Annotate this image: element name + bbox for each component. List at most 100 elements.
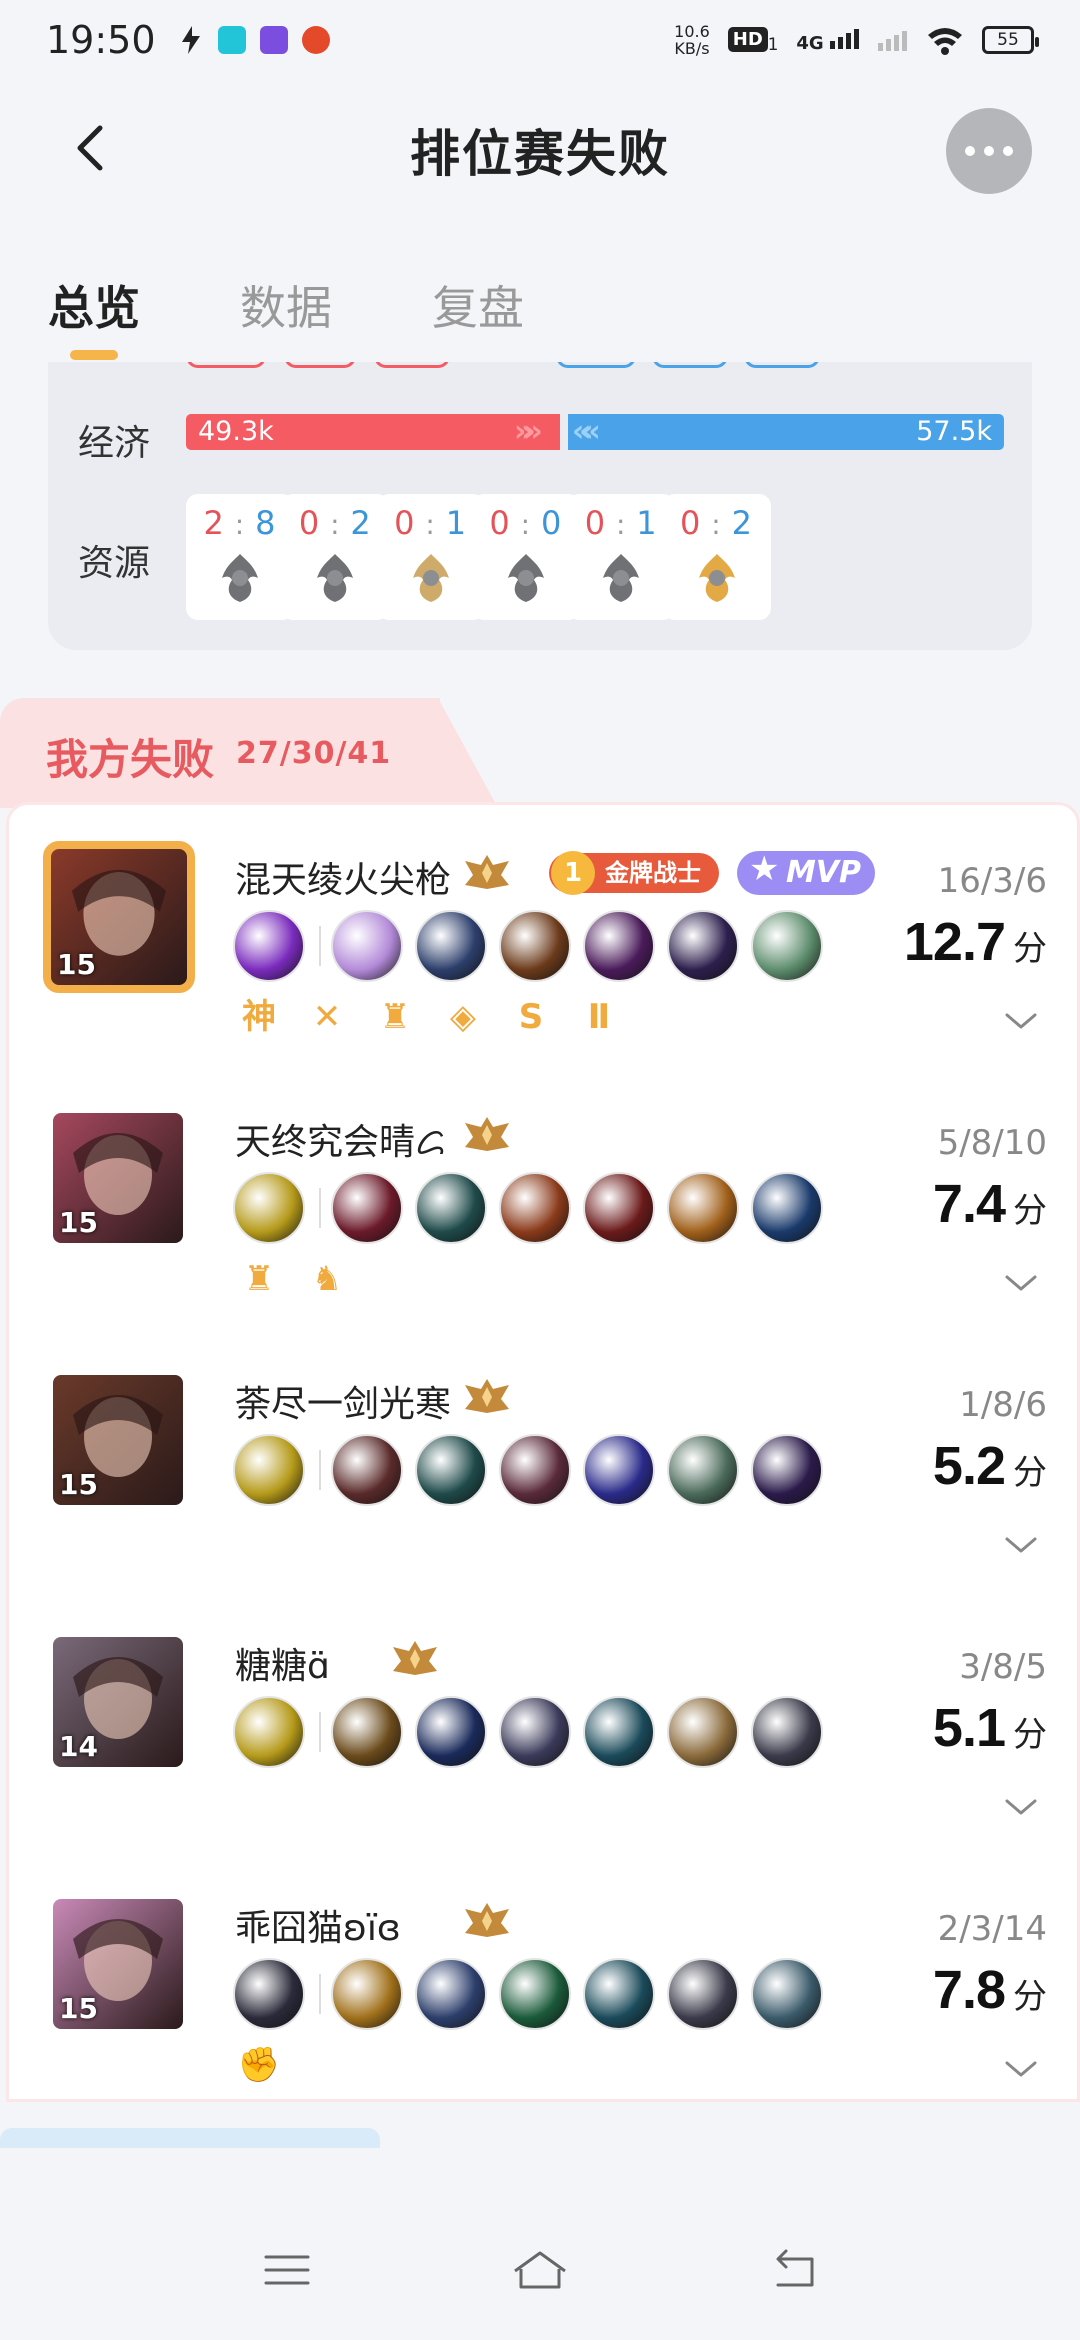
equipment-item-icon[interactable] [233, 910, 305, 982]
rank-badge-icon [465, 1117, 509, 1151]
equipment-item-icon[interactable] [583, 1958, 655, 2030]
hero-avatar[interactable]: 15 [43, 841, 195, 993]
chevron-down-icon[interactable] [1003, 1795, 1039, 1819]
score-separator: : [415, 508, 446, 541]
shadow-tyrant-icon [317, 554, 354, 602]
equipment-item-icon[interactable] [331, 1434, 403, 1506]
equipment-item-icon[interactable] [667, 1172, 739, 1244]
economy-blue-bar: 57.5k [568, 414, 1004, 450]
equipment-item-icon[interactable] [667, 910, 739, 982]
resource-blue-count: 8 [255, 504, 277, 542]
more-options-button[interactable] [946, 108, 1032, 194]
hd-label: HD [727, 27, 768, 52]
equipment-item-icon[interactable] [751, 910, 823, 982]
equipment-item-icon[interactable] [583, 910, 655, 982]
item-list [233, 1171, 835, 1245]
equipment-item-icon[interactable] [667, 1696, 739, 1768]
resource-red-count: 0 [680, 504, 702, 542]
equipment-item-icon[interactable] [583, 1172, 655, 1244]
equipment-item-icon[interactable] [667, 1958, 739, 2030]
back-nav-icon[interactable] [758, 2235, 828, 2305]
hero-avatar[interactable]: 15 [53, 1899, 183, 2029]
equipment-item-icon[interactable] [499, 910, 571, 982]
equipment-item-icon[interactable] [751, 1696, 823, 1768]
item-list [233, 909, 835, 983]
tab-data[interactable]: 数据 [240, 272, 332, 338]
tab-replay[interactable]: 复盘 [432, 272, 524, 338]
chevron-down-icon[interactable] [1003, 1009, 1039, 1033]
equipment-item-icon[interactable] [499, 1696, 571, 1768]
player-row[interactable]: 15 混天绫火尖枪 1 金牌战士 MVP 神 ✕ ♜ ◈ S Ⅱ 16/3/6 12.7分 [9, 829, 1080, 1091]
player-row[interactable]: 15 荼尽一剑光寒 1/8/6 5.2 分 [9, 1353, 1080, 1615]
chevron-down-icon[interactable] [1003, 1533, 1039, 1557]
equipment-item-icon[interactable] [583, 1434, 655, 1506]
chevron-down-icon[interactable] [1003, 2057, 1039, 2081]
team-kda: 27/30/41 [236, 736, 392, 771]
tab-bar: 总览 数据 复盘 [0, 256, 1080, 366]
dark-tyrant-icon [603, 554, 640, 602]
item-divider [319, 926, 321, 966]
hero-avatar[interactable]: 15 [53, 1375, 183, 1505]
equipment-item-icon[interactable] [331, 910, 403, 982]
score-unit: 分 [1013, 1191, 1047, 1231]
back-button[interactable] [62, 118, 122, 178]
player-row[interactable]: 15 天终究会晴ᝯ ♜ ♞ 5/8/10 7.4 分 [9, 1091, 1080, 1353]
resource-blue-count: 2 [731, 504, 753, 542]
app-root: 19:50 10.6 KB/s HD 1 4G 55 排位赛失败 总览 数据 复… [0, 0, 1080, 2340]
chevron-down-icon[interactable] [1003, 1271, 1039, 1295]
hero-avatar[interactable]: 15 [53, 1113, 183, 1243]
equipment-item-icon[interactable] [499, 1434, 571, 1506]
equipment-item-icon[interactable] [331, 1172, 403, 1244]
equipment-item-icon[interactable] [233, 1434, 305, 1506]
equipment-item-icon[interactable] [415, 1696, 487, 1768]
menu-icon[interactable] [252, 2235, 322, 2305]
score-separator: : [224, 508, 256, 541]
equipment-item-icon[interactable] [415, 1172, 487, 1244]
resource-score: 0 : 1 [567, 504, 675, 542]
score-value: 5.1 [932, 1698, 1006, 1758]
item-divider [319, 1974, 321, 2014]
economy-red-bar: 49.3k [186, 414, 560, 450]
score-value: 7.4 [932, 1174, 1006, 1234]
equipment-item-icon[interactable] [667, 1434, 739, 1506]
score-value: 7.8 [932, 1960, 1006, 2020]
player-row[interactable]: 14 糖糖ɑ̈ 3/8/5 5.1 分 [9, 1615, 1080, 1877]
equipment-item-icon[interactable] [233, 1958, 305, 2030]
equipment-item-icon[interactable] [233, 1696, 305, 1768]
score-separator: : [510, 508, 541, 541]
status-notification-icons [178, 24, 330, 56]
equipment-item-icon[interactable] [415, 1958, 487, 2030]
resource-score: 0 : 2 [663, 504, 771, 542]
equipment-item-icon[interactable] [499, 1172, 571, 1244]
tab-overview[interactable]: 总览 [48, 272, 140, 338]
equipment-item-icon[interactable] [331, 1696, 403, 1768]
player-score: 7.4 分 [933, 1173, 1047, 1235]
resource-blue-count: 0 [541, 504, 563, 542]
equipment-item-icon[interactable] [331, 1958, 403, 2030]
resource-blue-count: 1 [445, 504, 468, 542]
equipment-item-icon[interactable] [415, 910, 487, 982]
equipment-item-icon[interactable] [751, 1172, 823, 1244]
net-speed-unit: KB/s [674, 39, 710, 58]
player-score: 5.1 分 [933, 1697, 1047, 1759]
score-separator: : [701, 508, 732, 541]
equipment-item-icon[interactable] [751, 1434, 823, 1506]
achievement-tag-icon: ♜ [243, 1259, 275, 1299]
achievement-tags: ♜ ♞ [237, 1257, 349, 1301]
equipment-item-icon[interactable] [415, 1434, 487, 1506]
hero-avatar[interactable]: 14 [53, 1637, 183, 1767]
status-time: 19:50 [46, 18, 156, 62]
home-icon[interactable] [505, 2235, 575, 2305]
equipment-item-icon[interactable] [751, 1958, 823, 2030]
achievement-tag-icon: ✊ [237, 2045, 281, 2085]
score-unit: 分 [1013, 1715, 1047, 1755]
signal-bars-icon [830, 28, 859, 49]
net-speed-value: 10.6 [674, 22, 710, 41]
player-kda: 3/8/5 [959, 1647, 1047, 1687]
dot-icon [1003, 146, 1013, 156]
player-row[interactable]: 15 乖囧猫ʚïɞ ✊ 2/3/14 7.8 分 [9, 1877, 1080, 2139]
equipment-item-icon[interactable] [233, 1172, 305, 1244]
signal-4g: 4G [796, 27, 860, 54]
equipment-item-icon[interactable] [499, 1958, 571, 2030]
equipment-item-icon[interactable] [583, 1696, 655, 1768]
